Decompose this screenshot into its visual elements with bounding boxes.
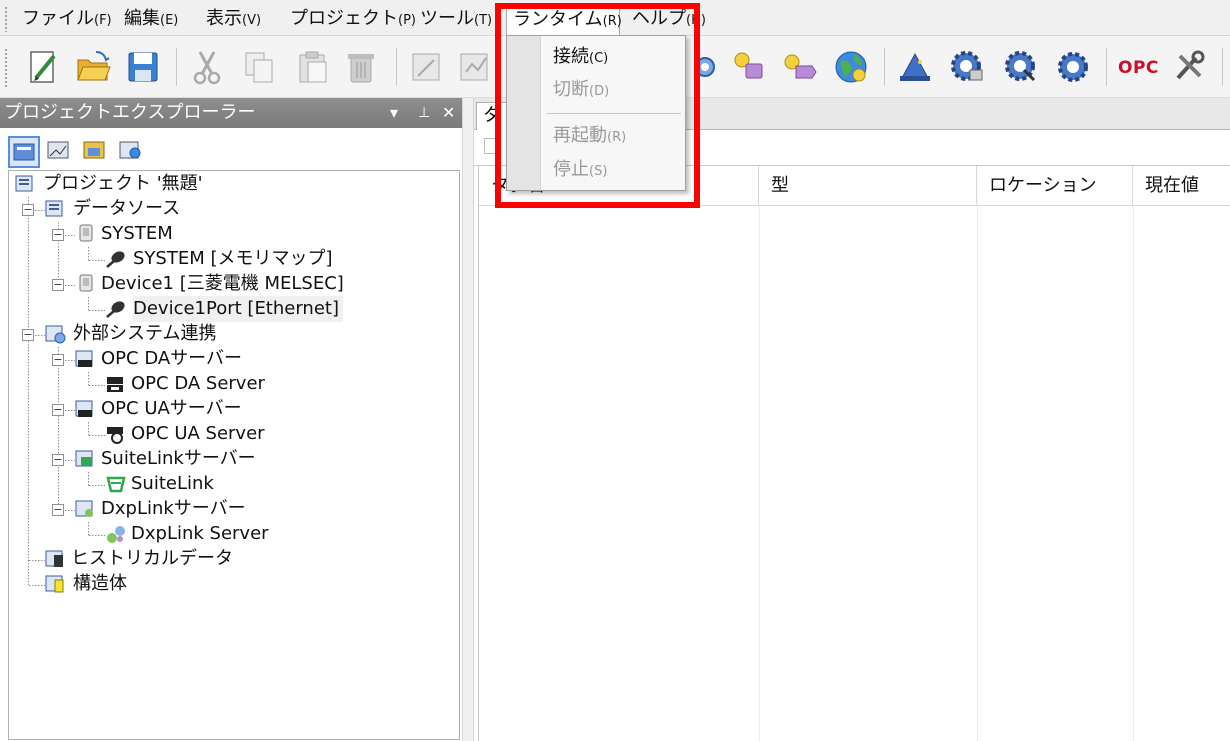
tag-grid: タグ名 型 ロケーション 現在値 — [478, 166, 1230, 741]
expander-opcua[interactable]: − — [52, 404, 64, 416]
dxplink-group-icon — [75, 499, 97, 519]
column-header-type[interactable]: 型 — [759, 166, 977, 206]
tree-node-device1[interactable]: Device1 [三菱電機 MELSEC] — [75, 271, 395, 297]
menu-tools[interactable]: ツール(T) — [420, 4, 492, 34]
export-icon[interactable] — [456, 48, 494, 86]
opc-da-icon — [105, 374, 127, 394]
tree-node-external[interactable]: 外部システム連携 — [45, 321, 265, 347]
device-icon — [75, 224, 97, 244]
expander-dxplink[interactable]: − — [52, 504, 64, 516]
tree-node-historical[interactable]: ヒストリカルデータ — [45, 546, 265, 572]
cut-icon[interactable] — [188, 48, 226, 86]
tree-node-dxplink-group[interactable]: DxpLinkサーバー — [75, 496, 295, 522]
tree-node-system[interactable]: SYSTEM — [75, 221, 275, 247]
historical-data-icon — [45, 549, 67, 569]
tree-node-suitelink-group[interactable]: SuiteLinkサーバー — [75, 446, 295, 472]
tag-key-icon[interactable] — [780, 48, 818, 86]
opc-server-group-icon — [75, 349, 97, 369]
settings-tools-icon[interactable] — [1170, 48, 1208, 86]
opc-button[interactable]: OPC — [1118, 58, 1159, 78]
device-key-icon[interactable] — [730, 48, 768, 86]
column-header-location[interactable]: ロケーション — [977, 166, 1133, 206]
column-header-value[interactable]: 現在値 — [1133, 166, 1230, 206]
tree-node-project[interactable]: プロジェクト '無題' — [15, 171, 315, 197]
menu-separator — [547, 113, 681, 114]
gear-monitor-icon[interactable] — [948, 48, 986, 86]
tree-node-opcda-group[interactable]: OPC DAサーバー — [75, 346, 295, 372]
copy-icon[interactable] — [240, 48, 278, 86]
expander-external[interactable]: − — [22, 329, 34, 341]
suitelink-icon — [105, 474, 127, 494]
menu-help[interactable]: ヘルプ(H) — [632, 4, 706, 34]
project-icon — [15, 174, 37, 194]
toolbar-grip[interactable] — [4, 48, 8, 88]
project-explorer-panel: プロジェクトエクスプローラー ▾ ⊥ ✕ − − − − − − − − プロジ… — [0, 98, 462, 741]
tree-node-device1-port[interactable]: Device1Port [Ethernet] — [105, 296, 385, 322]
chevron-down-icon[interactable]: ▾ — [390, 98, 398, 128]
screen-view-icon[interactable] — [44, 136, 76, 168]
delete-icon[interactable] — [342, 48, 380, 86]
menu-item-disconnect[interactable]: 切断(D) — [553, 75, 609, 105]
tree-node-opcda-server[interactable]: OPC DA Server — [105, 371, 325, 397]
expander-datasource[interactable]: − — [22, 204, 34, 216]
expander-device1[interactable]: − — [52, 279, 64, 291]
menu-project[interactable]: プロジェクト(P) — [290, 4, 416, 34]
subbar-icon[interactable] — [484, 138, 498, 154]
tree-node-datasource[interactable]: データソース — [45, 196, 245, 222]
menubar-grip[interactable] — [4, 6, 8, 32]
menu-item-restart[interactable]: 再起動(R) — [553, 121, 626, 151]
dxplink-icon — [105, 524, 127, 544]
explorer-title: プロジェクトエクスプローラー — [4, 102, 256, 123]
wizard-icon[interactable] — [896, 48, 934, 86]
suitelink-group-icon — [75, 449, 97, 469]
tree-node-structure[interactable]: 構造体 — [45, 571, 265, 597]
expander-system[interactable]: − — [52, 229, 64, 241]
opc-ua-icon — [105, 424, 127, 444]
tree-node-suitelink[interactable]: SuiteLink — [105, 471, 325, 497]
paste-icon[interactable] — [294, 48, 332, 86]
expander-suitelink[interactable]: − — [52, 454, 64, 466]
panel-splitter[interactable] — [462, 98, 474, 741]
search-view-icon[interactable] — [116, 136, 148, 168]
tree-node-system-port[interactable]: SYSTEM [メモリマップ] — [105, 246, 385, 272]
tree-node-opcua-group[interactable]: OPC UAサーバー — [75, 396, 295, 422]
gear-icon[interactable] — [1054, 48, 1092, 86]
menu-runtime[interactable]: ランタイム(R) — [506, 5, 622, 36]
project-tree: − − − − − − − − プロジェクト '無題' データソース SYSTE… — [8, 170, 460, 740]
connect-icon[interactable] — [686, 48, 724, 86]
tree-node-opcua-server[interactable]: OPC UA Server — [105, 421, 325, 447]
opc-server-group-icon — [75, 399, 97, 419]
menu-item-stop[interactable]: 停止(S) — [553, 155, 607, 185]
menu-file[interactable]: ファイル(F) — [22, 4, 112, 34]
close-icon[interactable]: ✕ — [442, 98, 455, 128]
runtime-dropdown-menu: 接続(C) 切断(D) 再起動(R) 停止(S) — [506, 35, 686, 191]
gear-search-icon[interactable] — [1002, 48, 1040, 86]
datasource-icon — [45, 199, 67, 219]
pin-icon[interactable]: ⊥ — [418, 98, 430, 128]
menu-item-connect[interactable]: 接続(C) — [553, 42, 608, 72]
explorer-header: プロジェクトエクスプローラー ▾ ⊥ ✕ — [0, 98, 462, 128]
app-window: ファイル(F) 編集(E) 表示(V) プロジェクト(P) ツール(T) ランタ… — [0, 0, 1230, 741]
import-icon[interactable] — [408, 48, 446, 86]
external-system-icon — [45, 324, 67, 344]
tree-node-dxplink-server[interactable]: DxpLink Server — [105, 521, 345, 547]
device-icon — [75, 274, 97, 294]
globe-icon[interactable] — [832, 48, 870, 86]
menu-gutter — [507, 36, 541, 190]
folder-view-icon[interactable] — [80, 136, 112, 168]
menu-bar: ファイル(F) 編集(E) 表示(V) プロジェクト(P) ツール(T) ランタ… — [0, 0, 1230, 36]
menu-view[interactable]: 表示(V) — [206, 4, 261, 34]
structure-icon — [45, 574, 67, 594]
plug-icon — [105, 299, 127, 319]
expander-opcda[interactable]: − — [52, 354, 64, 366]
open-folder-icon[interactable] — [74, 48, 112, 86]
menu-edit[interactable]: 編集(E) — [124, 4, 178, 34]
save-icon[interactable] — [124, 48, 162, 86]
plug-icon — [105, 249, 127, 269]
project-view-icon[interactable] — [8, 136, 40, 168]
new-icon[interactable] — [24, 48, 62, 86]
